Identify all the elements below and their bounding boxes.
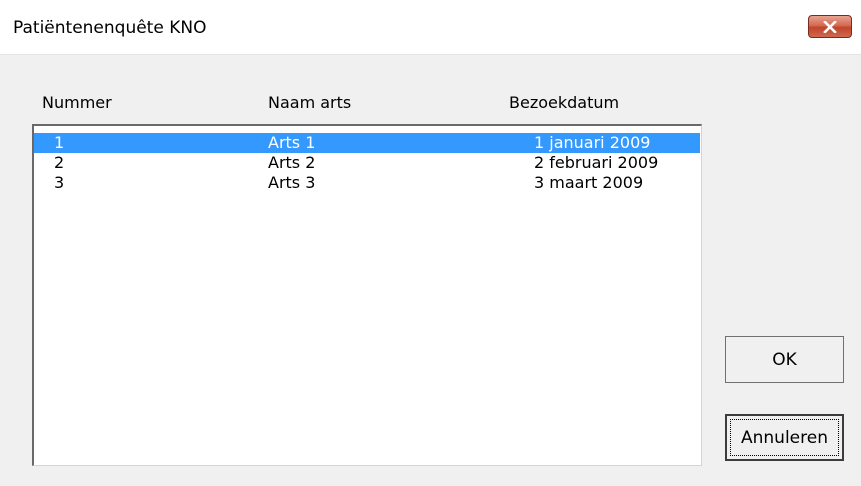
row-naam-arts: Arts 1: [268, 133, 316, 152]
row-bezoekdatum: 1 januari 2009: [534, 133, 651, 152]
window-title: Patiëntenenquête KNO: [13, 18, 207, 38]
dialog-window: Patiëntenenquête KNO Nummer Naam arts Be…: [0, 0, 861, 486]
list-item[interactable]: 1 Arts 1 1 januari 2009: [34, 133, 700, 153]
close-icon: [823, 20, 837, 33]
column-header-naam-arts: Naam arts: [268, 93, 352, 112]
row-naam-arts: Arts 3: [268, 173, 316, 192]
visit-listbox[interactable]: 1 Arts 1 1 januari 2009 2 Arts 2 2 febru…: [32, 124, 702, 466]
title-bar[interactable]: Patiëntenenquête KNO: [0, 0, 861, 55]
row-nummer: 2: [54, 153, 65, 172]
row-nummer: 1: [54, 133, 65, 152]
row-naam-arts: Arts 2: [268, 153, 316, 172]
list-item[interactable]: 2 Arts 2 2 februari 2009: [34, 153, 700, 173]
row-bezoekdatum: 2 februari 2009: [534, 153, 659, 172]
column-header-nummer: Nummer: [42, 93, 112, 112]
column-header-bezoekdatum: Bezoekdatum: [509, 93, 620, 112]
close-button[interactable]: [808, 15, 852, 38]
cancel-button[interactable]: Annuleren: [725, 414, 844, 461]
ok-button[interactable]: OK: [725, 336, 844, 383]
list-item[interactable]: 3 Arts 3 3 maart 2009: [34, 173, 700, 193]
row-bezoekdatum: 3 maart 2009: [534, 173, 644, 192]
row-nummer: 3: [54, 173, 65, 192]
